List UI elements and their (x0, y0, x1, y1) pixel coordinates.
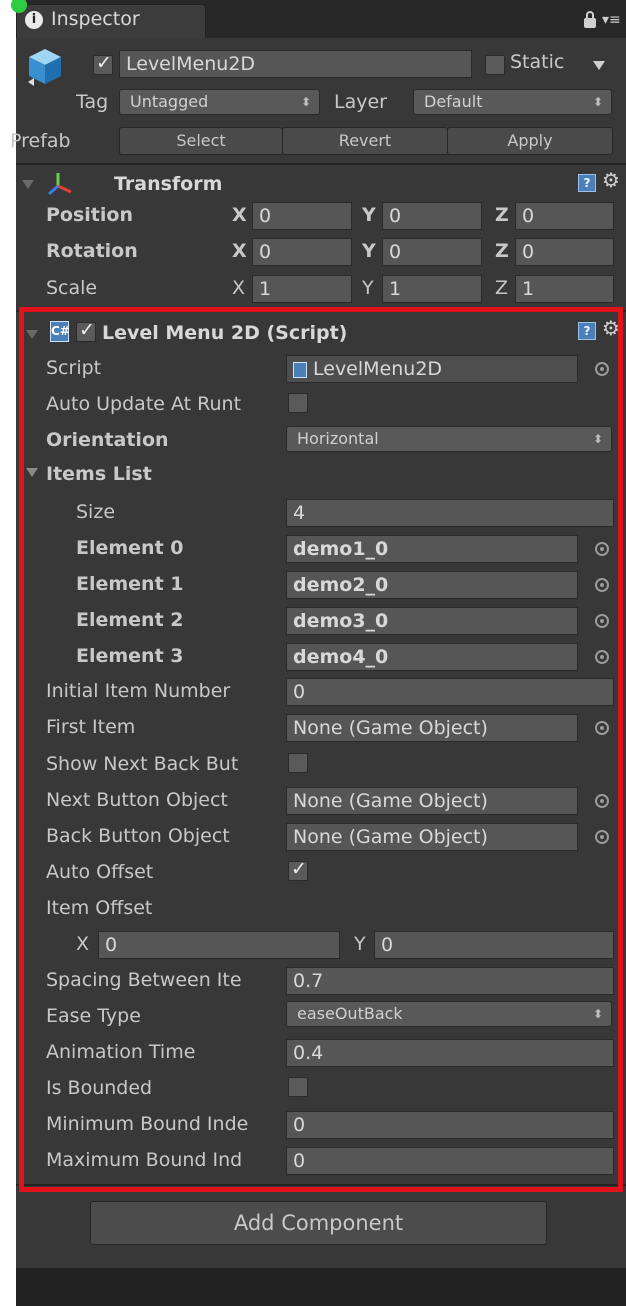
menu-icon[interactable]: ▾≡ (602, 12, 621, 28)
cube-icon (26, 46, 64, 88)
tab-inspector[interactable]: i Inspector (11, 0, 206, 38)
tag-label: Tag (76, 91, 109, 113)
lock-icon[interactable] (584, 18, 596, 28)
help-icon[interactable]: ? (578, 174, 596, 192)
prefab-label: Prefab (10, 130, 71, 152)
position-x-field[interactable]: 0 (252, 202, 352, 230)
scale-z-field[interactable]: 1 (515, 275, 614, 303)
lock-shackle (586, 11, 594, 19)
layer-label: Layer (334, 91, 387, 113)
prefab-apply-button[interactable]: Apply (447, 127, 613, 155)
active-checkbox[interactable]: ✓ (93, 52, 113, 75)
gear-icon[interactable]: ⚙ (602, 168, 620, 192)
axis-y-label: Y (362, 277, 374, 299)
dropdown-arrows-icon: ⬍ (592, 95, 603, 109)
transform-foldout-icon[interactable] (22, 180, 34, 189)
scale-y-field[interactable]: 1 (382, 275, 482, 303)
static-label: Static (510, 51, 565, 73)
dropdown-arrows-icon: ⬍ (300, 95, 311, 109)
rotation-x-field[interactable]: 0 (252, 238, 352, 266)
rotation-y-field[interactable]: 0 (382, 238, 482, 266)
bottom-strip (16, 1268, 626, 1306)
axis-z-label: Z (495, 204, 509, 226)
add-component-button[interactable]: Add Component (90, 1201, 547, 1245)
position-z-field[interactable]: 0 (515, 202, 614, 230)
scale-x-field[interactable]: 1 (252, 275, 352, 303)
rotation-label: Rotation (46, 240, 138, 262)
checkmark-icon: ✓ (96, 52, 112, 74)
static-checkbox[interactable] (485, 55, 505, 75)
object-name-field[interactable]: LevelMenu2D (119, 50, 472, 78)
tag-value: Untagged (130, 92, 209, 111)
axis-y-label: Y (362, 204, 376, 226)
highlight-box (19, 307, 623, 1192)
axis-y-label: Y (362, 240, 376, 262)
position-y-field[interactable]: 0 (382, 202, 482, 230)
transform-axes-icon (46, 170, 74, 198)
axis-z-label: Z (495, 277, 509, 299)
scale-label: Scale (46, 277, 98, 299)
tab-title: Inspector (51, 8, 140, 30)
axis-x-label: X (232, 240, 247, 262)
tag-dropdown[interactable]: Untagged ⬍ (119, 89, 320, 115)
prefab-select-button[interactable]: Select (119, 127, 283, 155)
axis-x-label: X (232, 204, 247, 226)
section-divider (16, 163, 626, 165)
layer-dropdown[interactable]: Default ⬍ (413, 89, 612, 115)
rotation-z-field[interactable]: 0 (515, 238, 614, 266)
position-label: Position (46, 204, 133, 226)
info-icon: i (25, 11, 43, 29)
layer-value: Default (424, 92, 483, 111)
status-dot-icon (11, 0, 27, 13)
static-dropdown-icon[interactable] (593, 61, 605, 70)
prefab-revert-button[interactable]: Revert (282, 127, 448, 155)
axis-x-label: X (232, 277, 246, 299)
axis-z-label: Z (495, 240, 509, 262)
